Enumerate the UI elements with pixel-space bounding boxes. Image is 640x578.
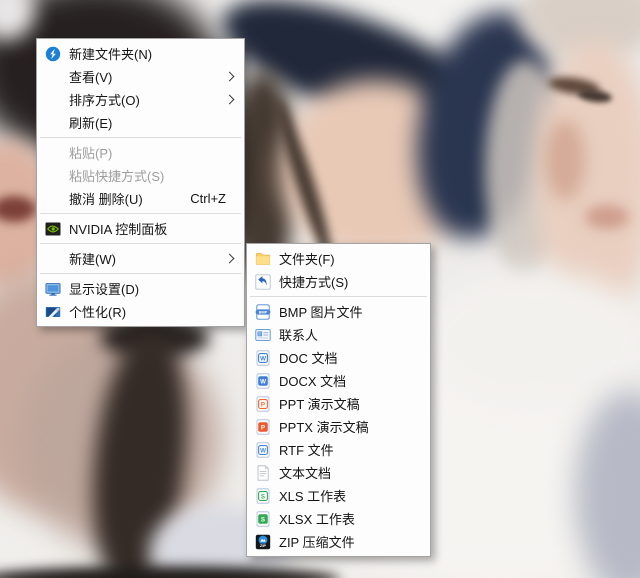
- xlsx-file-icon: S: [255, 511, 271, 527]
- menu-item-label: 排序方式(O): [69, 90, 226, 109]
- contact-card-icon: [255, 327, 271, 343]
- menu-item-label: 显示设置(D): [69, 279, 236, 298]
- shortcut-label: Ctrl+Z: [190, 191, 236, 206]
- new-submenu: 文件夹(F) 快捷方式(S) BMP BMP 图片文件联系人 W DOC 文档 W DOCX …: [246, 243, 431, 557]
- icon-slot-empty: [45, 92, 61, 108]
- nvidia-icon: [45, 221, 61, 237]
- menu-item-bmp[interactable]: BMP BMP 图片文件: [247, 300, 430, 323]
- menu-item-shortcut[interactable]: 快捷方式(S): [247, 270, 430, 293]
- menu-item-contact[interactable]: 联系人: [247, 323, 430, 346]
- icon-slot-empty: [45, 145, 61, 161]
- shortcut-icon: [255, 274, 271, 290]
- menu-item-label: 查看(V): [69, 67, 226, 86]
- icon-slot-empty: [45, 168, 61, 184]
- menu-item-label: DOC 文档: [279, 348, 422, 367]
- docx-file-icon: W: [255, 373, 271, 389]
- pptx-file-icon: P: [255, 419, 271, 435]
- menu-item-label: 粘贴(P): [69, 143, 236, 162]
- submenu-arrow-icon: [225, 95, 235, 105]
- new-folder-badge-icon: [45, 46, 61, 62]
- menu-item-undo-delete[interactable]: 撤消 删除(U)Ctrl+Z: [37, 187, 244, 210]
- svg-text:ZIP: ZIP: [260, 542, 267, 547]
- xls-file-icon: S: [255, 488, 271, 504]
- rtf-file-icon: W: [255, 442, 271, 458]
- desktop[interactable]: 新建文件夹(N) 查看(V) 排序方式(O) 刷新(E) 粘贴(P) 粘贴快捷方式(S) 撤…: [0, 0, 640, 578]
- menu-item-label: BMP 图片文件: [279, 302, 422, 321]
- display-settings-icon: [45, 281, 61, 297]
- menu-item-personalize[interactable]: 个性化(R): [37, 300, 244, 323]
- menu-separator: [40, 243, 241, 244]
- icon-slot-empty: [45, 251, 61, 267]
- menu-separator: [40, 273, 241, 274]
- menu-item-zip[interactable]: ZIP ZIP 压缩文件: [247, 530, 430, 553]
- menu-item-display-settings[interactable]: 显示设置(D): [37, 277, 244, 300]
- menu-item-label: 文件夹(F): [279, 249, 422, 268]
- menu-item-nvidia-control-panel[interactable]: NVIDIA 控制面板: [37, 217, 244, 240]
- menu-separator: [40, 137, 241, 138]
- submenu-arrow-icon: [225, 72, 235, 82]
- menu-item-label: XLS 工作表: [279, 486, 422, 505]
- menu-item-pptx[interactable]: P PPTX 演示文稿: [247, 415, 430, 438]
- menu-item-paste-shortcut: 粘贴快捷方式(S): [37, 164, 244, 187]
- wallpaper-shape: [0, 566, 340, 578]
- svg-text:S: S: [261, 516, 265, 523]
- menu-item-label: 文本文档: [279, 463, 422, 482]
- menu-item-label: PPT 演示文稿: [279, 394, 422, 413]
- menu-item-refresh[interactable]: 刷新(E): [37, 111, 244, 134]
- menu-item-paste: 粘贴(P): [37, 141, 244, 164]
- menu-item-label: 新建文件夹(N): [69, 44, 236, 63]
- wallpaper-shape: [545, 120, 585, 200]
- menu-item-label: 新建(W): [69, 249, 226, 268]
- txt-file-icon: [255, 465, 271, 481]
- menu-separator: [250, 296, 427, 297]
- menu-item-txt[interactable]: 文本文档: [247, 461, 430, 484]
- icon-slot-empty: [45, 191, 61, 207]
- menu-item-label: 撤消 删除(U): [69, 189, 190, 208]
- desktop-context-menu: 新建文件夹(N) 查看(V) 排序方式(O) 刷新(E) 粘贴(P) 粘贴快捷方式(S) 撤…: [36, 38, 245, 327]
- menu-item-label: 刷新(E): [69, 113, 236, 132]
- svg-text:S: S: [261, 493, 265, 500]
- svg-text:W: W: [260, 447, 266, 454]
- bmp-file-icon: BMP: [255, 304, 271, 320]
- svg-text:W: W: [260, 378, 266, 385]
- icon-slot-empty: [45, 115, 61, 131]
- svg-text:P: P: [261, 424, 265, 431]
- folder-icon: [255, 251, 271, 267]
- menu-item-docx[interactable]: W DOCX 文档: [247, 369, 430, 392]
- menu-item-label: DOCX 文档: [279, 371, 422, 390]
- menu-item-label: NVIDIA 控制面板: [69, 219, 236, 238]
- wallpaper-shape: [585, 205, 629, 229]
- menu-item-label: PPTX 演示文稿: [279, 417, 422, 436]
- menu-item-new[interactable]: 新建(W): [37, 247, 244, 270]
- menu-item-new-folder[interactable]: 新建文件夹(N): [37, 42, 244, 65]
- menu-item-label: RTF 文件: [279, 440, 422, 459]
- menu-item-view[interactable]: 查看(V): [37, 65, 244, 88]
- menu-item-doc[interactable]: W DOC 文档: [247, 346, 430, 369]
- svg-text:BMP: BMP: [259, 310, 268, 314]
- menu-item-ppt[interactable]: P PPT 演示文稿: [247, 392, 430, 415]
- menu-separator: [40, 213, 241, 214]
- zip-file-icon: ZIP: [255, 534, 271, 550]
- icon-slot-empty: [45, 69, 61, 85]
- ppt-file-icon: P: [255, 396, 271, 412]
- personalize-icon: [45, 304, 61, 320]
- menu-item-xlsx[interactable]: S XLSX 工作表: [247, 507, 430, 530]
- svg-text:W: W: [260, 355, 266, 362]
- menu-item-label: ZIP 压缩文件: [279, 532, 422, 551]
- menu-item-folder[interactable]: 文件夹(F): [247, 247, 430, 270]
- wallpaper-shape: [420, 270, 640, 410]
- menu-item-label: 粘贴快捷方式(S): [69, 166, 236, 185]
- menu-item-label: 联系人: [279, 325, 422, 344]
- menu-item-xls[interactable]: S XLS 工作表: [247, 484, 430, 507]
- submenu-arrow-icon: [225, 254, 235, 264]
- doc-file-icon: W: [255, 350, 271, 366]
- menu-item-rtf[interactable]: W RTF 文件: [247, 438, 430, 461]
- svg-text:P: P: [261, 401, 265, 408]
- menu-item-label: 快捷方式(S): [279, 272, 422, 291]
- menu-item-label: 个性化(R): [69, 302, 236, 321]
- menu-item-label: XLSX 工作表: [279, 509, 422, 528]
- menu-item-sort-by[interactable]: 排序方式(O): [37, 88, 244, 111]
